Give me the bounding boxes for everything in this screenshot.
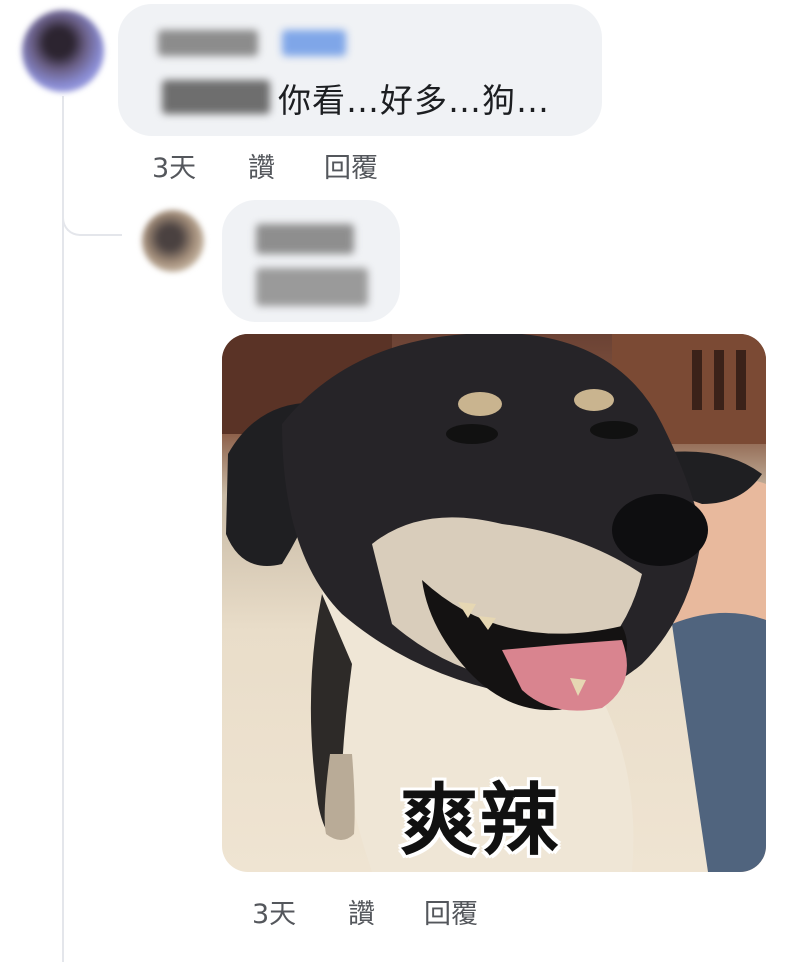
like-button[interactable]: 讚	[248, 146, 275, 185]
sticker-caption: 爽辣	[398, 775, 561, 868]
commenter-avatar[interactable]	[22, 10, 104, 92]
person-jeans	[672, 612, 766, 872]
reply-connector-curve	[62, 176, 122, 236]
mentioned-name-redacted[interactable]	[162, 80, 270, 114]
replier-avatar[interactable]	[142, 210, 204, 272]
dog-right-eye	[590, 421, 638, 439]
dog-nose	[612, 494, 708, 566]
comment-timestamp[interactable]: 3天	[152, 146, 196, 185]
replier-name-redacted[interactable]	[256, 224, 354, 254]
author-badge-redacted	[282, 30, 346, 56]
dog-front-leg	[324, 754, 355, 840]
like-button[interactable]: 讚	[348, 892, 375, 931]
dog-left-brow	[458, 392, 502, 416]
reply-button[interactable]: 回覆	[424, 892, 478, 931]
chair-slats	[692, 350, 746, 410]
dog-sticker-image[interactable]: 爽辣	[222, 334, 766, 872]
dog-left-eye	[446, 424, 498, 444]
dog-right-brow	[574, 389, 614, 411]
commenter-name-redacted[interactable]	[158, 30, 258, 56]
reply-text-redacted	[256, 268, 368, 306]
comment-text: 你看…好多…狗…	[278, 81, 550, 120]
reply-timestamp[interactable]: 3天	[252, 892, 296, 931]
reply-button[interactable]: 回覆	[324, 146, 378, 185]
